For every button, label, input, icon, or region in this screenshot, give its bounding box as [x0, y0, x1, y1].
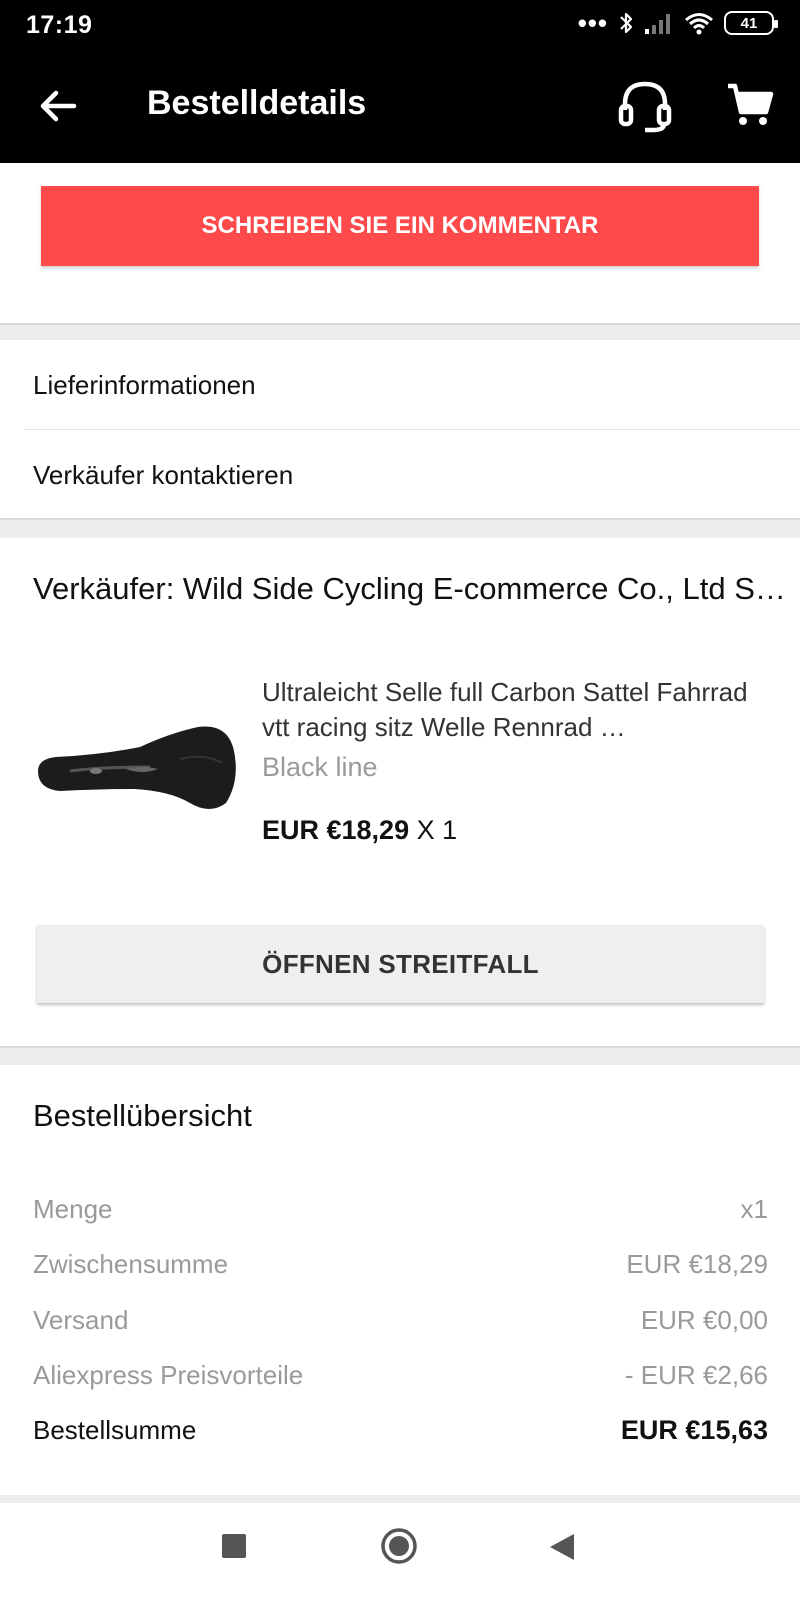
product-image[interactable] — [30, 663, 240, 863]
recent-apps-icon[interactable] — [221, 1533, 247, 1559]
order-item-card: Verkäufer: Wild Side Cycling E-commerce … — [0, 538, 800, 1048]
product-variant: Black line — [262, 752, 378, 782]
summary-label: Zwischensumme — [33, 1249, 229, 1279]
delivery-info-item[interactable]: Lieferinformationen — [0, 340, 800, 430]
status-icons: ••• 41 — [577, 8, 778, 38]
signal-strength-icon — [645, 14, 670, 34]
home-icon[interactable] — [380, 1527, 418, 1565]
price-amount: EUR €18,29 — [262, 815, 410, 845]
total-label: Bestellsumme — [33, 1415, 197, 1445]
page-title: Bestelldetails — [147, 84, 367, 122]
summary-total-row: Bestellsumme EUR €15,63 — [33, 1415, 768, 1446]
summary-label: Aliexpress Preisvorteile — [33, 1360, 304, 1390]
wifi-icon — [685, 13, 713, 35]
contact-seller-item[interactable]: Verkäufer kontaktieren — [0, 430, 800, 520]
summary-value: x1 — [740, 1194, 768, 1224]
arrow-back-icon[interactable] — [38, 86, 78, 126]
order-menu: Lieferinformationen Verkäufer kontaktier… — [0, 340, 800, 520]
quantity: X 1 — [416, 815, 458, 845]
review-card: SCHREIBEN SIE EIN KOMMENTAR — [0, 163, 800, 325]
total-value: EUR €15,63 — [620, 1415, 768, 1445]
seller-name[interactable]: Verkäufer: Wild Side Cycling E-commerce … — [33, 571, 800, 607]
headset-support-icon[interactable] — [615, 78, 675, 134]
open-dispute-button[interactable]: ÖFFNEN STREITFALL — [37, 925, 764, 1003]
summary-value: EUR €18,29 — [626, 1249, 768, 1279]
summary-row: Aliexpress Preisvorteile - EUR €2,66 — [33, 1360, 768, 1391]
battery-level: 41 — [740, 14, 758, 32]
write-review-button[interactable]: SCHREIBEN SIE EIN KOMMENTAR — [41, 186, 759, 266]
summary-label: Menge — [33, 1194, 113, 1224]
system-nav-bar — [0, 1503, 800, 1600]
status-bar: 17:19 ••• 41 — [0, 0, 800, 48]
bluetooth-icon — [620, 12, 633, 34]
shopping-cart-icon[interactable] — [726, 82, 774, 128]
app-bar: Bestelldetails — [0, 48, 800, 163]
summary-row: Zwischensumme EUR €18,29 — [33, 1249, 768, 1280]
summary-row: Versand EUR €0,00 — [33, 1305, 768, 1336]
back-icon[interactable] — [548, 1533, 576, 1561]
battery-icon: 41 — [724, 11, 778, 35]
signal-dots: ••• — [577, 8, 608, 38]
summary-row: Menge x1 — [33, 1194, 768, 1225]
order-summary: Bestellübersicht Menge x1 Zwischensumme … — [0, 1065, 800, 1495]
product-title[interactable]: Ultraleicht Selle full Carbon Sattel Fah… — [262, 675, 772, 745]
summary-label: Versand — [33, 1305, 129, 1335]
status-time: 17:19 — [26, 11, 93, 39]
summary-value: - EUR €2,66 — [624, 1360, 768, 1390]
product-price: EUR €18,29 X 1 — [262, 815, 457, 846]
summary-value: EUR €0,00 — [640, 1305, 768, 1335]
summary-title: Bestellübersicht — [33, 1098, 252, 1133]
